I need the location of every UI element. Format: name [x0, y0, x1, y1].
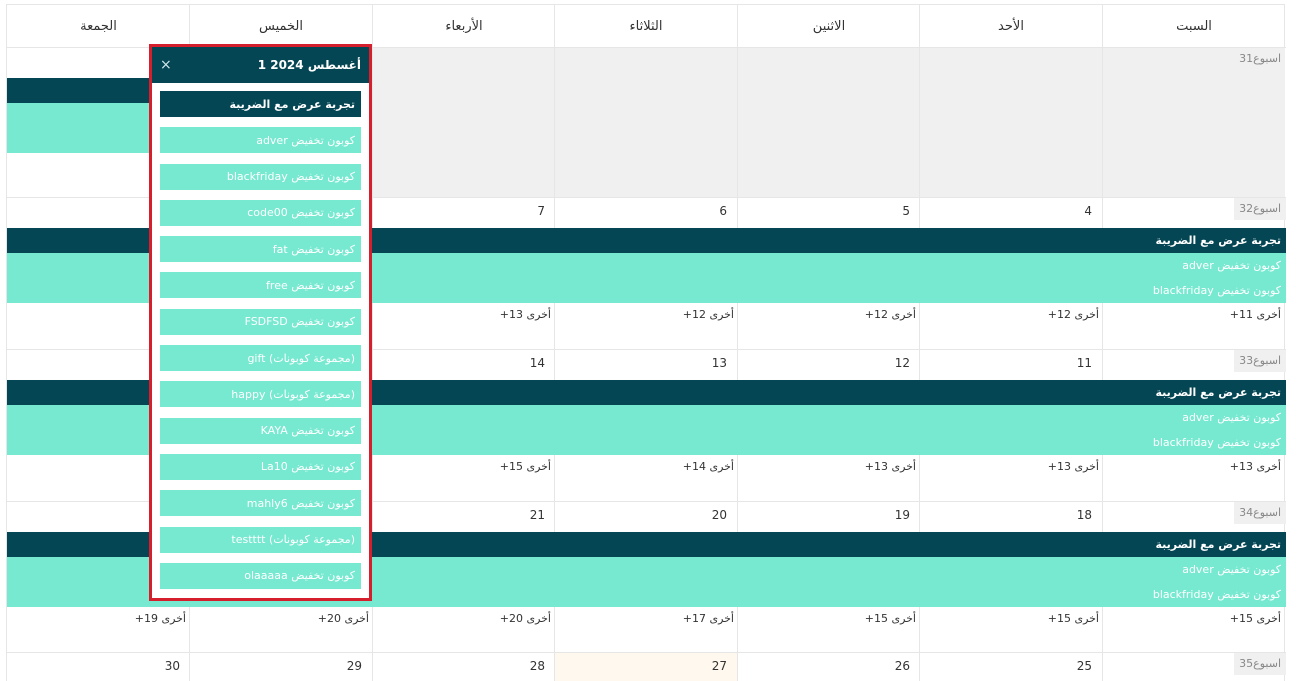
more-link[interactable]: +15 أخرى: [1048, 612, 1099, 625]
popover-title: 1 أغسطس 2024: [257, 58, 361, 72]
popover-event-item[interactable]: adver كوبون تخفيض: [160, 127, 361, 154]
day-number: 20: [711, 508, 727, 522]
popover-event-item[interactable]: testttt (مجموعة كوبونات): [160, 526, 361, 553]
popover-event-item[interactable]: olaaaaa كوبون تخفيض: [160, 562, 361, 589]
weekday-friday: الجمعة: [80, 18, 117, 34]
day-number: 18: [1076, 508, 1092, 522]
more-link[interactable]: +17 أخرى: [683, 612, 734, 625]
day-number: 28: [529, 659, 545, 673]
day-cell-today[interactable]: 27: [554, 653, 737, 681]
day-number: 5: [902, 204, 910, 218]
popover-event-list: تجربة عرض مع الضريبة adver كوبون تخفيض b…: [152, 83, 369, 589]
day-number: 26: [894, 659, 910, 673]
more-link[interactable]: +15 أخرى: [500, 460, 551, 473]
more-link[interactable]: +13 أخرى: [1048, 460, 1099, 473]
day-events-popover: × 1 أغسطس 2024 تجربة عرض مع الضريبة adve…: [149, 44, 372, 601]
day-number: 14: [529, 356, 545, 370]
weekday-tuesday: الثلاثاء: [554, 5, 737, 47]
more-link[interactable]: +15 أخرى: [1230, 612, 1281, 625]
day-cell[interactable]: [919, 48, 1102, 197]
day-cell[interactable]: [372, 48, 555, 197]
more-link[interactable]: +14 أخرى: [683, 460, 734, 473]
more-link[interactable]: +12 أخرى: [1048, 308, 1099, 321]
day-cell[interactable]: 29: [189, 653, 372, 681]
week-number: اسبوع35: [1234, 653, 1286, 675]
more-link[interactable]: +11 أخرى: [1230, 308, 1281, 321]
popover-header: × 1 أغسطس 2024: [152, 47, 369, 83]
more-link[interactable]: +15 أخرى: [865, 612, 916, 625]
more-link[interactable]: +12 أخرى: [683, 308, 734, 321]
more-link[interactable]: +19 أخرى: [135, 612, 186, 625]
popover-event-item[interactable]: gift (مجموعة كوبونات): [160, 345, 361, 372]
day-cell[interactable]: 28: [372, 653, 555, 681]
weekday-saturday: السبت: [1102, 5, 1285, 47]
weekday-sunday: الأحد: [919, 5, 1102, 47]
day-number: 30: [164, 659, 180, 673]
day-number: 29: [346, 659, 362, 673]
day-number: 11: [1076, 356, 1092, 370]
more-link[interactable]: +20 أخرى: [318, 612, 369, 625]
week-number: اسبوع34: [1234, 502, 1286, 524]
popover-event-item[interactable]: FSDFSD كوبون تخفيض: [160, 308, 361, 335]
day-cell[interactable]: 30: [7, 653, 190, 681]
more-link[interactable]: +20 أخرى: [500, 612, 551, 625]
popover-event-item[interactable]: code00 كوبون تخفيض: [160, 199, 361, 226]
day-cell[interactable]: [1102, 48, 1285, 197]
event-bar[interactable]: [7, 103, 152, 153]
more-link[interactable]: +13 أخرى: [865, 460, 916, 473]
more-link[interactable]: +12 أخرى: [865, 308, 916, 321]
day-cell[interactable]: [737, 48, 920, 197]
day-cell[interactable]: 26: [737, 653, 920, 681]
day-number: 27: [711, 659, 727, 673]
more-link[interactable]: +13 أخرى: [1230, 460, 1281, 473]
popover-event-item[interactable]: تجربة عرض مع الضريبة: [160, 91, 361, 117]
popover-event-item[interactable]: happy (مجموعة كوبونات): [160, 381, 361, 408]
week-number: اسبوع33: [1234, 350, 1286, 372]
popover-event-item[interactable]: KAYA كوبون تخفيض: [160, 417, 361, 444]
day-number: 12: [894, 356, 910, 370]
day-number: 6: [719, 204, 727, 218]
event-bar[interactable]: [7, 78, 152, 103]
week-number: اسبوع32: [1234, 198, 1286, 220]
day-number: 4: [1084, 204, 1092, 218]
popover-event-item[interactable]: blackfriday كوبون تخفيض: [160, 163, 361, 190]
weekday-wednesday: الأربعاء: [372, 5, 555, 47]
day-number: 19: [894, 508, 910, 522]
close-icon[interactable]: ×: [160, 57, 172, 73]
week-number: اسبوع31: [1239, 52, 1281, 65]
day-cell[interactable]: [554, 48, 737, 197]
week-row: 30 29 28 27 26 25 24 اسبوع35: [7, 652, 1286, 681]
day-number: 7: [537, 204, 545, 218]
popover-event-item[interactable]: free كوبون تخفيض: [160, 272, 361, 299]
day-number: 25: [1076, 659, 1092, 673]
day-number: 21: [529, 508, 545, 522]
popover-event-item[interactable]: La10 كوبون تخفيض: [160, 453, 361, 480]
day-cell[interactable]: 25: [919, 653, 1102, 681]
weekday-header: الجمعة الخميس الأربعاء الثلاثاء الاثنين …: [7, 5, 1286, 47]
more-link[interactable]: +13 أخرى: [500, 308, 551, 321]
day-number: 13: [711, 356, 727, 370]
popover-event-item[interactable]: mahly6 كوبون تخفيض: [160, 490, 361, 517]
popover-event-item[interactable]: fat كوبون تخفيض: [160, 236, 361, 263]
weekday-monday: الاثنين: [737, 5, 920, 47]
weekday-thursday: الخميس: [189, 5, 372, 47]
